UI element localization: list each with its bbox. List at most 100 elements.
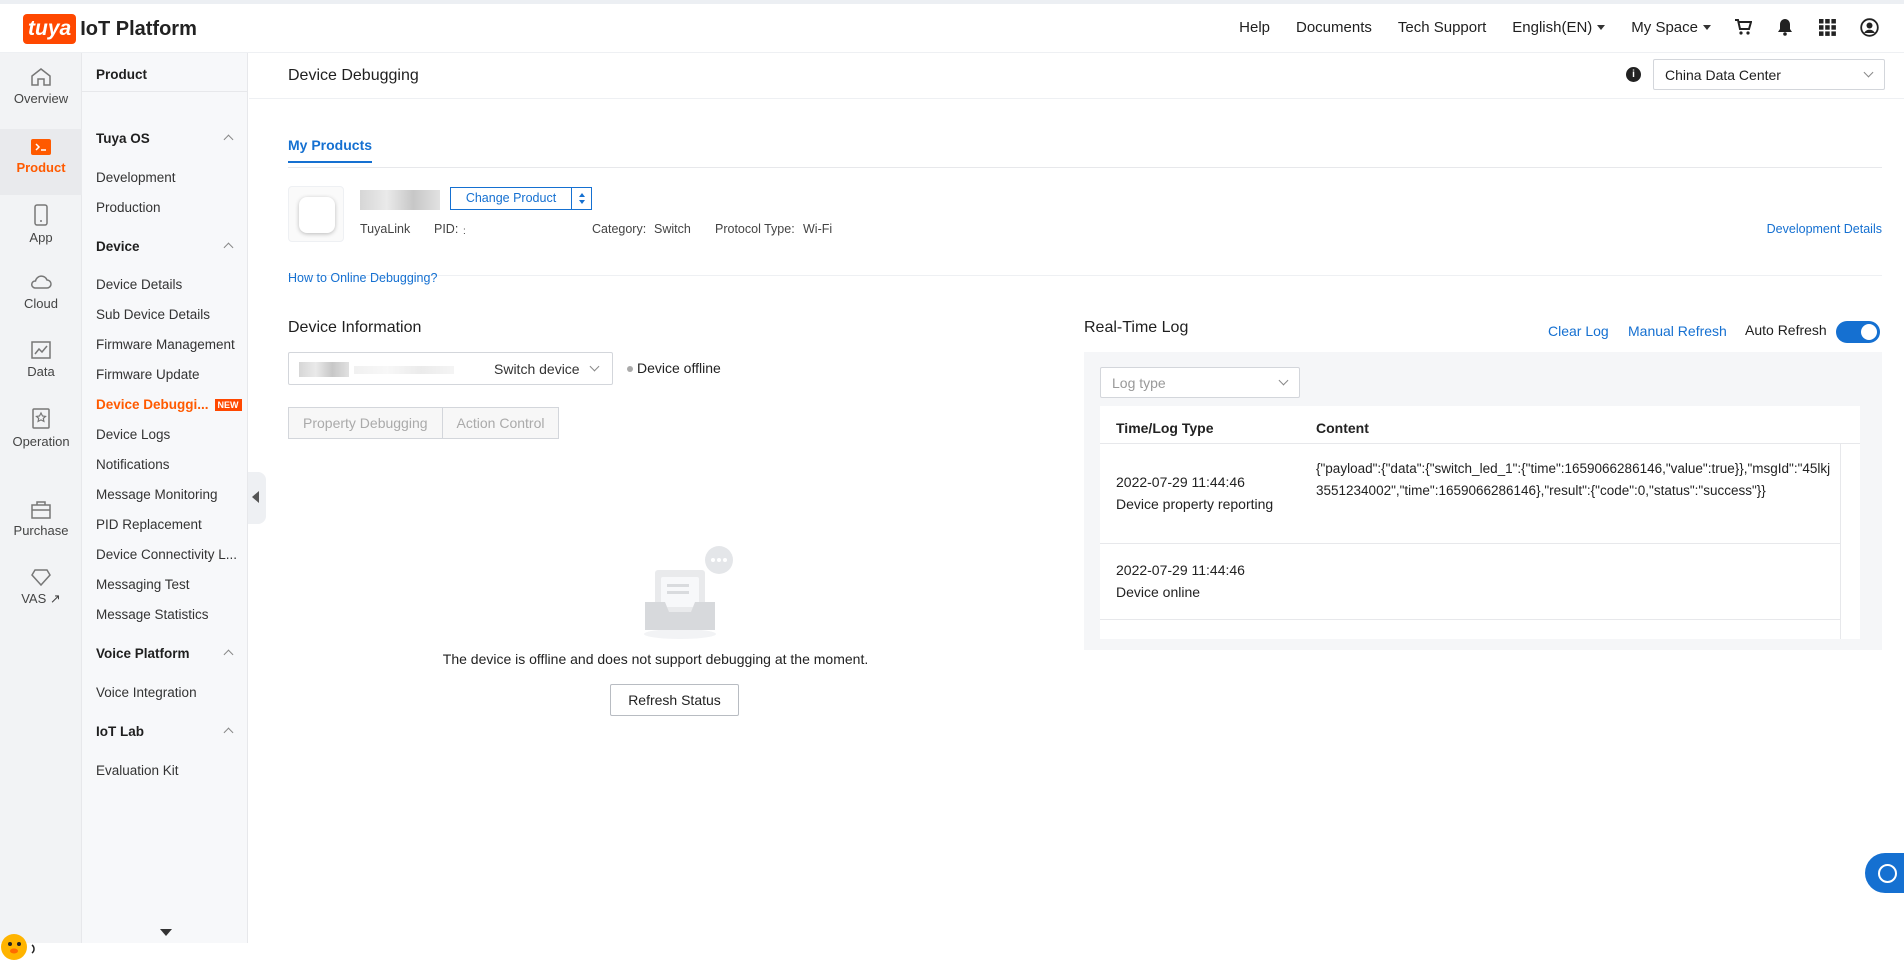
sidebar-item-message-monitoring[interactable]: Message Monitoring — [96, 487, 218, 502]
sidebar-item-messaging-test[interactable]: Messaging Test — [96, 577, 190, 592]
rail-item-label: Product — [16, 160, 66, 175]
protocol-label: Protocol Type: — [715, 222, 795, 236]
category-label: Category: — [592, 222, 647, 236]
rail-item-product[interactable]: Product — [0, 129, 82, 195]
chevron-down-icon[interactable] — [160, 929, 172, 936]
redacted-product-name — [360, 190, 440, 210]
pid-value: : — [463, 226, 466, 237]
property-debugging-button[interactable]: Property Debugging — [288, 407, 443, 439]
new-badge: NEW — [214, 399, 242, 412]
product-type: TuyaLink — [360, 222, 411, 236]
badge-icon — [32, 408, 50, 429]
sidebar-item-firmware-update[interactable]: Firmware Update — [96, 367, 200, 382]
page-title: Device Debugging — [288, 67, 419, 84]
sidebar-item-production[interactable]: Production — [96, 200, 161, 215]
documents-link[interactable]: Documents — [1296, 19, 1372, 36]
rail-item-data[interactable]: Data — [0, 334, 82, 394]
sidebar-item-sub-device-details[interactable]: Sub Device Details — [96, 307, 210, 322]
logo-badge: tuya — [23, 14, 77, 44]
action-control-button[interactable]: Action Control — [442, 407, 560, 439]
chevron-down-icon — [589, 361, 600, 372]
change-product-button[interactable]: Change Product — [450, 187, 572, 210]
log-table: Time/Log Type Content 2022-07-29 11:44:4… — [1100, 406, 1860, 639]
language-dropdown[interactable]: English(EN) — [1512, 19, 1605, 36]
redacted-device-id — [299, 362, 349, 377]
auto-refresh-label: Auto Refresh — [1745, 322, 1827, 338]
mascot-icon[interactable] — [0, 921, 36, 969]
sidebar-item-message-statistics[interactable]: Message Statistics — [96, 607, 209, 622]
log-time: 2022-07-29 11:44:46 — [1116, 562, 1245, 578]
device-select-value: Switch device — [494, 361, 580, 377]
sidebar-item-firmware-management[interactable]: Firmware Management — [96, 337, 235, 352]
divider — [82, 91, 248, 92]
protocol-value: Wi-Fi — [803, 222, 833, 236]
chevron-down-icon — [1278, 375, 1289, 386]
rail-item-purchase[interactable]: Purchase — [0, 493, 82, 553]
tab-bar: My Products — [288, 137, 1882, 168]
tab-my-products[interactable]: My Products — [288, 137, 373, 163]
chat-support-icon[interactable] — [1865, 853, 1904, 893]
sidebar-item-device-logs[interactable]: Device Logs — [96, 427, 170, 442]
product-summary: Change Product TuyaLink PID: : Category:… — [288, 186, 1882, 276]
development-details-link[interactable]: Development Details — [1767, 222, 1882, 236]
sidebar-group-voice-platform[interactable]: Voice Platform — [96, 646, 236, 661]
info-icon[interactable]: i — [1626, 67, 1641, 82]
top-nav: Help Documents Tech Support English(EN) … — [1213, 17, 1879, 37]
cloud-icon — [31, 275, 52, 289]
logo[interactable]: tuya IoT Platform — [23, 14, 197, 44]
log-time: 2022-07-29 11:44:46 — [1116, 474, 1245, 490]
sidebar-item-device-debugging[interactable]: Device Debuggi... NEW — [96, 397, 242, 412]
realtime-log-title: Real-Time Log — [1084, 319, 1189, 336]
log-panel: Log type Time/Log Type Content 2022-07-2… — [1084, 352, 1882, 650]
pid-label: PID: — [434, 222, 459, 236]
scrollbar[interactable] — [1840, 444, 1841, 639]
sidebar-title: Product — [96, 67, 148, 82]
refresh-status-button[interactable]: Refresh Status — [610, 684, 739, 716]
device-select[interactable]: Switch device — [288, 352, 613, 385]
manual-refresh-link[interactable]: Manual Refresh — [1628, 323, 1727, 339]
rail-item-cloud[interactable]: Cloud — [0, 266, 82, 326]
rail-item-overview[interactable]: Overview — [0, 61, 82, 121]
home-icon — [31, 68, 51, 86]
auto-refresh-toggle[interactable] — [1836, 321, 1880, 343]
sidebar-group-device[interactable]: Device — [96, 239, 236, 254]
sidebar-item-voice-integration[interactable]: Voice Integration — [96, 685, 197, 700]
rail-item-vas[interactable]: VAS ↗ — [0, 561, 82, 621]
sidebar-group-iot-lab[interactable]: IoT Lab — [96, 724, 236, 739]
rail-item-label: Cloud — [24, 296, 58, 311]
empty-state-message: The device is offline and does not suppo… — [442, 651, 869, 667]
rail-item-app[interactable]: App — [0, 198, 82, 258]
main-content: Device Debugging i China Data Center My … — [249, 53, 1904, 943]
sidebar-item-pid-replacement[interactable]: PID Replacement — [96, 517, 202, 532]
log-type: Device online — [1116, 584, 1201, 600]
change-product-toggle[interactable] — [572, 187, 592, 210]
log-type-select[interactable]: Log type — [1100, 367, 1300, 398]
tech-support-link[interactable]: Tech Support — [1398, 19, 1486, 36]
product-sidebar: Product Tuya OS Development Production D… — [82, 53, 248, 943]
table-row: 2022-07-29 11:44:46 Device online — [1100, 544, 1840, 620]
help-link[interactable]: Help — [1239, 19, 1270, 36]
log-type: Device property reporting — [1116, 496, 1274, 512]
how-to-debug-link[interactable]: How to Online Debugging? — [288, 271, 437, 285]
log-type-placeholder: Log type — [1112, 375, 1166, 391]
data-center-select[interactable]: China Data Center — [1653, 59, 1885, 90]
sidebar-item-device-details[interactable]: Device Details — [96, 277, 182, 292]
log-content: {"payload":{"data":{"switch_led_1":{"tim… — [1316, 461, 1831, 498]
user-avatar-icon[interactable] — [1859, 17, 1879, 37]
chevron-down-icon — [1863, 67, 1874, 78]
clear-log-link[interactable]: Clear Log — [1548, 323, 1609, 339]
redacted-device-name — [354, 366, 454, 374]
rail-item-operation[interactable]: Operation — [0, 402, 82, 462]
cart-icon[interactable] — [1733, 17, 1753, 37]
sidebar-item-device-connectivity[interactable]: Device Connectivity L... — [96, 547, 237, 562]
sidebar-item-evaluation-kit[interactable]: Evaluation Kit — [96, 763, 179, 778]
bell-icon[interactable] — [1775, 17, 1795, 37]
product-thumbnail — [288, 186, 344, 242]
sidebar-item-notifications[interactable]: Notifications — [96, 457, 170, 472]
apps-grid-icon[interactable] — [1817, 17, 1837, 37]
sidebar-group-tuya-os[interactable]: Tuya OS — [96, 131, 236, 146]
rail-item-label: Purchase — [13, 523, 69, 538]
my-space-dropdown[interactable]: My Space — [1631, 19, 1711, 36]
sidebar-item-development[interactable]: Development — [96, 170, 176, 185]
page-header: Device Debugging i China Data Center — [249, 53, 1904, 99]
